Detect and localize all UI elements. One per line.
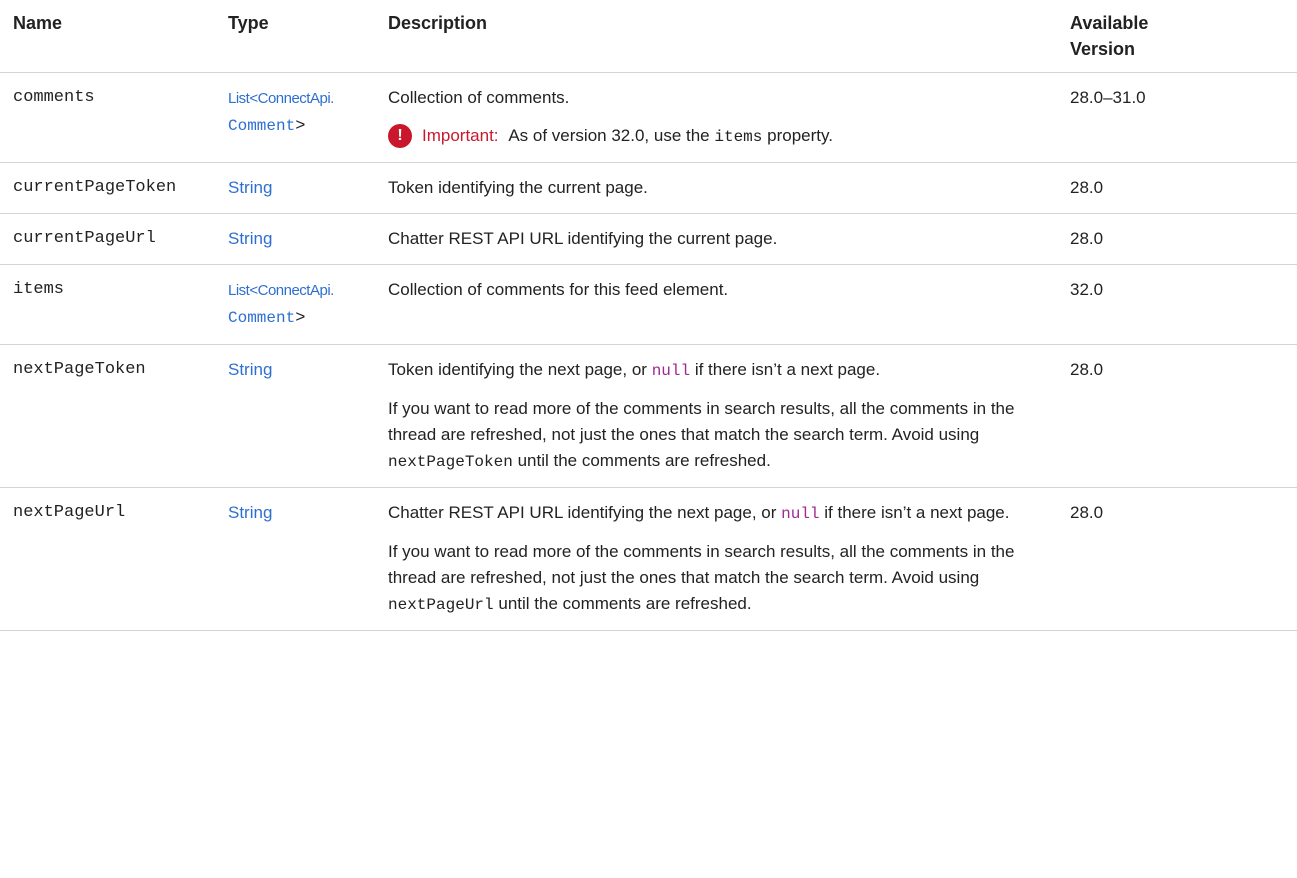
note-code: nextPageToken [388,453,513,471]
available-version: 28.0 [1070,213,1297,265]
table-row: nextPageUrl String Chatter REST API URL … [0,487,1297,631]
note-code: nextPageUrl [388,596,494,614]
type-link-string[interactable]: String [228,360,272,379]
exclamation-circle-icon: ! [388,124,412,148]
available-version: 32.0 [1070,264,1297,345]
description-text: Token identifying the next page, or null… [388,357,1058,384]
note-text-post: until the comments are refreshed. [517,451,771,470]
header-version: Available Version [1070,0,1297,73]
type-suffix: > [295,117,306,136]
description-text-pre: Chatter REST API URL identifying the nex… [388,503,777,522]
description-text-post: if there isn’t a next page. [694,360,881,379]
property-description: Collection of comments. ! Important: As … [388,72,1070,163]
available-version: 28.0 [1070,487,1297,631]
important-label: Important: [422,126,499,145]
note-text-post: until the comments are refreshed. [498,594,752,613]
property-name: comments [0,72,228,163]
table-row: comments List<ConnectApi. Comment> Colle… [0,72,1297,163]
properties-table: Name Type Description Available Version … [0,0,1297,631]
property-description: Token identifying the current page. [388,162,1070,214]
header-version-line1: Available [1070,13,1149,33]
important-text-post: property. [767,126,833,145]
available-version: 28.0–31.0 [1070,72,1297,163]
property-type: String [228,213,388,265]
table-row: items List<ConnectApi. Comment> Collecti… [0,264,1297,345]
description-text-pre: Token identifying the next page, or [388,360,647,379]
type-link-connectapi[interactable]: ConnectApi. [258,282,335,299]
description-code: null [781,505,820,523]
header-description: Description [388,0,1070,73]
type-link-string[interactable]: String [228,178,272,197]
header-type: Type [228,0,388,73]
property-description: Token identifying the next page, or null… [388,344,1070,488]
note-text-pre: If you want to read more of the comments… [388,399,1015,444]
description-text: Chatter REST API URL identifying the nex… [388,500,1058,527]
table-row: currentPageUrl String Chatter REST API U… [0,213,1297,265]
property-name: nextPageUrl [0,487,228,631]
property-description: Collection of comments for this feed ele… [388,264,1070,345]
available-version: 28.0 [1070,162,1297,214]
table-row: currentPageToken String Token identifyin… [0,162,1297,214]
property-type: String [228,487,388,631]
type-suffix: > [295,309,306,328]
property-name: currentPageToken [0,162,228,214]
description-code: null [651,362,691,380]
description-text-post: if there isn’t a next page. [824,503,1010,522]
header-version-line2: Version [1070,39,1136,59]
type-link-string[interactable]: String [228,229,272,248]
important-code: items [714,128,763,146]
property-description: Chatter REST API URL identifying the nex… [388,487,1070,631]
property-type: String [228,344,388,488]
important-note: ! Important: As of version 32.0, use the… [388,123,1058,150]
property-name: items [0,264,228,345]
table-row: nextPageToken String Token identifying t… [0,344,1297,488]
type-link-connectapi[interactable]: ConnectApi. [258,90,335,107]
header-row: Name Type Description Available Version [0,0,1297,73]
property-type: List<ConnectApi. Comment> [228,264,388,345]
note-text-pre: If you want to read more of the comments… [388,542,1015,587]
description-text: Collection of comments. [388,88,570,107]
type-link-comment[interactable]: Comment [228,117,295,135]
type-link-list[interactable]: List< [228,90,258,107]
important-text-pre: As of version 32.0, use the [508,126,710,145]
property-name: nextPageToken [0,344,228,488]
type-link-list[interactable]: List< [228,282,258,299]
type-link-string[interactable]: String [228,503,272,522]
property-description: Chatter REST API URL identifying the cur… [388,213,1070,265]
description-note: If you want to read more of the comments… [388,396,1058,475]
description-note: If you want to read more of the comments… [388,539,1058,618]
property-type: String [228,162,388,214]
property-type: List<ConnectApi. Comment> [228,72,388,163]
header-name: Name [0,0,228,73]
available-version: 28.0 [1070,344,1297,488]
property-name: currentPageUrl [0,213,228,265]
type-link-comment[interactable]: Comment [228,309,295,327]
